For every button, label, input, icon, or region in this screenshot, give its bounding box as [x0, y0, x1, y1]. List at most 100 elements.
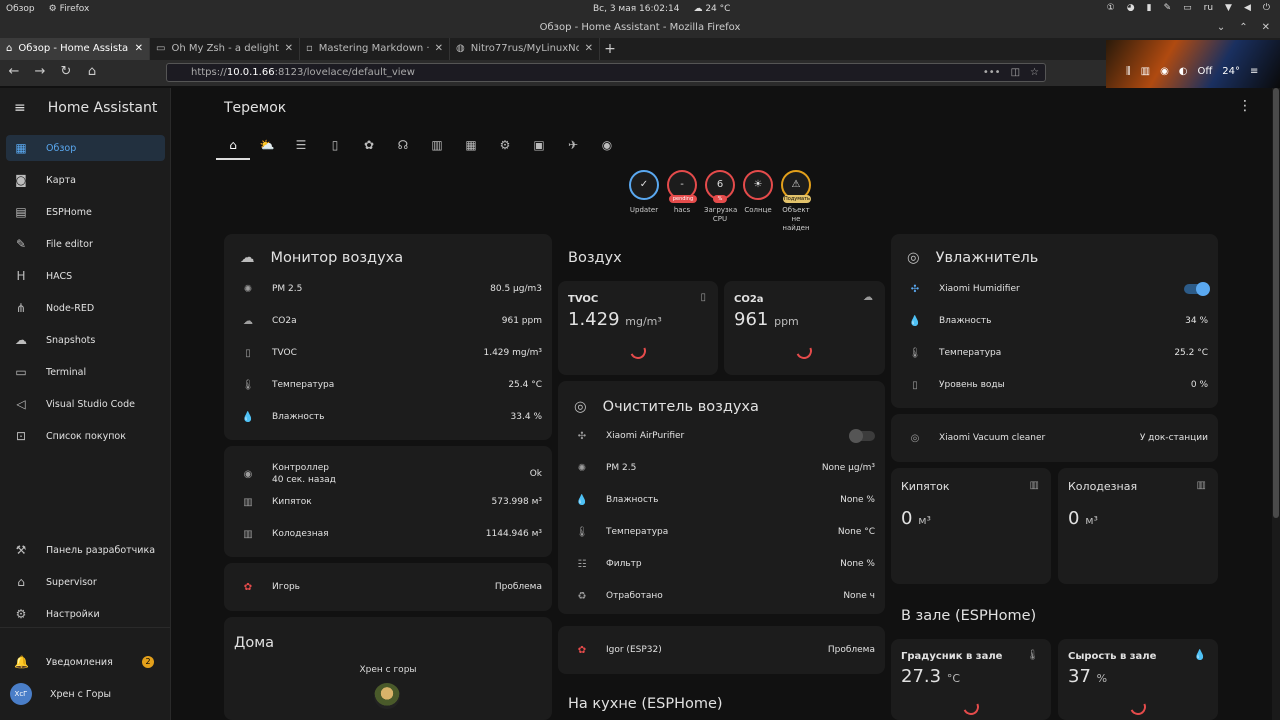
entity-row[interactable]: ☁ CO2a 961 ppm [240, 311, 542, 331]
entity-row[interactable]: ✣ Xiaomi AirPurifier [574, 426, 875, 446]
entity-row[interactable]: ▯ Уровень воды 0 % [907, 375, 1208, 395]
minimize-button[interactable]: ⌄ [1217, 20, 1225, 36]
new-tab-button[interactable]: + [600, 38, 620, 60]
close-tab-icon[interactable]: ✕ [135, 38, 143, 60]
tab-settings[interactable]: ⚙ [488, 132, 522, 160]
tab-flower[interactable]: ✿ [352, 132, 386, 160]
darkreader-toggle[interactable]: Off [1198, 66, 1213, 77]
sidebar-item-profile[interactable]: ХсГ Хрен с Горы [6, 681, 165, 707]
sidebar-item-overview[interactable]: ▦ Обзор [6, 135, 165, 161]
card-kolodez[interactable]: Колодезная ▥ 0 м³ [1058, 468, 1218, 584]
card-zal-temp[interactable]: Градусник в зале 🌡 27.3 °C [891, 639, 1051, 720]
sidebar-item-esphome[interactable]: ▤ ESPHome [6, 199, 165, 225]
clock[interactable]: Вс, 3 мая 16:02:14 [593, 4, 679, 14]
tab-home[interactable]: ⌂ [216, 132, 250, 160]
sidebar-item-node-red[interactable]: ⋔ Node-RED [6, 295, 165, 321]
sidebar-item-settings[interactable]: ⚙ Настройки [6, 601, 165, 627]
volume-icon[interactable]: ◀ [1244, 3, 1251, 13]
entity-row[interactable]: ▥ Кипяток 573.998 м³ [240, 492, 542, 512]
bookmark-star-icon[interactable]: ☆ [1030, 64, 1039, 81]
person-avatar[interactable] [374, 683, 400, 709]
sidebar-item-supervisor[interactable]: ⌂ Supervisor [6, 569, 165, 595]
entity-row[interactable]: ◉ Контроллер 40 сек. назад Ok [240, 460, 542, 488]
clipboard-icon[interactable]: ▮ [1147, 3, 1152, 13]
lang-indicator[interactable]: ru [1204, 3, 1213, 13]
entity-row[interactable]: ✿ Igor (ESP32) Проблема [574, 640, 875, 660]
discord-icon[interactable]: ◕ [1127, 3, 1135, 13]
entity-row[interactable]: 💧 Влажность None % [574, 490, 875, 510]
card-co2[interactable]: CO2a ☁ 961 ppm [724, 281, 885, 375]
back-icon[interactable]: ← [6, 64, 22, 79]
pen-icon[interactable]: ✎ [1164, 3, 1172, 13]
entity-row[interactable]: 🌡 Температура 25.2 °C [907, 343, 1208, 363]
url-input[interactable]: https://10.0.1.66:8123/lovelace/default_… [166, 63, 1046, 82]
page-actions-icon[interactable]: ••• [983, 64, 1001, 81]
menu-icon[interactable]: ≡ [1250, 66, 1258, 77]
monitor-icon[interactable]: ▭ [1183, 3, 1192, 13]
close-tab-icon[interactable]: ✕ [585, 38, 593, 60]
sidebar-item-file-editor[interactable]: ✎ File editor [6, 231, 165, 257]
sidebar-item-shopping-list[interactable]: ⊡ Список покупок [6, 423, 165, 449]
entity-row[interactable]: ▯ TVOC 1.429 mg/m³ [240, 343, 542, 363]
forward-icon[interactable]: → [32, 64, 48, 79]
entity-row[interactable]: ✺ PM 2.5 None μg/m³ [574, 458, 875, 478]
more-options-icon[interactable]: ⋮ [1238, 98, 1252, 114]
reload-icon[interactable]: ↻ [58, 64, 74, 79]
tab-server[interactable]: ☰ [284, 132, 318, 160]
badge-updater[interactable]: ✓ Updater [628, 170, 660, 233]
tab-weather[interactable]: ⛅ [250, 132, 284, 160]
tab-oh-my-zsh[interactable]: ▭ Oh My Zsh - a delightful ✕ [150, 38, 300, 60]
entity-row[interactable]: ▥ Колодезная 1144.946 м³ [240, 524, 542, 544]
weather-ext[interactable]: 24° [1222, 66, 1240, 77]
weather[interactable]: ☁ 24 °C [693, 4, 730, 14]
sidebar-item-vscode[interactable]: ◁ Visual Studio Code [6, 391, 165, 417]
entity-row[interactable]: ✺ PM 2.5 80.5 μg/m3 [240, 279, 542, 299]
card-zal-humidity[interactable]: Сырость в зале 💧 37 % [1058, 639, 1218, 720]
tab-signal[interactable]: ☊ [386, 132, 420, 160]
sidebar-item-map[interactable]: ◙ Карта [6, 167, 165, 193]
library-icon[interactable]: ⫼ [1126, 66, 1131, 77]
overview-menu[interactable]: Обзор [6, 4, 35, 14]
card-kipyatok[interactable]: Кипяток ▥ 0 м³ [891, 468, 1051, 584]
scrollbar-thumb[interactable] [1273, 88, 1279, 518]
tab-gas[interactable]: ▯ [318, 132, 352, 160]
maximize-button[interactable]: ⌃ [1239, 20, 1247, 36]
card-tvoc[interactable]: TVOC ▯ 1.429 mg/m³ [558, 281, 718, 375]
tab-travel[interactable]: ✈ [556, 132, 590, 160]
entity-row[interactable]: ♻ Отработано None ч [574, 586, 875, 606]
pocket-icon[interactable]: ◫ [1011, 64, 1020, 81]
ublock-icon[interactable]: ◉ [1160, 66, 1169, 77]
tab-meter[interactable]: ▣ [522, 132, 556, 160]
sidebar-item-snapshots[interactable]: ☁ Snapshots [6, 327, 165, 353]
wifi-icon[interactable]: ▼ [1225, 3, 1232, 13]
entity-row[interactable]: ✿ Игорь Проблема [240, 577, 542, 597]
badge-missing-entity[interactable]: ⚠ Подумать Объект не найден [780, 170, 812, 233]
tab-calendar[interactable]: ▦ [454, 132, 488, 160]
app-menu[interactable]: ⚙ Firefox [49, 4, 90, 14]
scrollbar[interactable] [1272, 88, 1280, 720]
menu-toggle-icon[interactable]: ≡ [14, 100, 26, 116]
close-window-button[interactable]: ✕ [1262, 20, 1270, 36]
power-icon[interactable]: ⏻ [1263, 3, 1270, 13]
entity-row[interactable]: ☷ Фильтр None % [574, 554, 875, 574]
close-tab-icon[interactable]: ✕ [435, 38, 443, 60]
tab-watch[interactable]: ◉ [590, 132, 624, 160]
entity-row[interactable]: 💧 Влажность 34 % [907, 311, 1208, 331]
entity-row[interactable]: ◎ Xiaomi Vacuum cleaner У док-станции [907, 428, 1208, 448]
badge-cpu[interactable]: 6% Загрузка CPU [704, 170, 737, 233]
sidebar-item-hacs[interactable]: H HACS [6, 263, 165, 289]
sidebar-icon[interactable]: ▥ [1141, 66, 1150, 77]
tray-icon[interactable]: ① [1107, 3, 1115, 13]
tab-markdown[interactable]: ▫ Mastering Markdown · G ✕ [300, 38, 450, 60]
entity-row[interactable]: 🌡 Температура None °C [574, 522, 875, 542]
home-icon[interactable]: ⌂ [84, 64, 100, 79]
sidebar-item-terminal[interactable]: ▭ Terminal [6, 359, 165, 385]
close-tab-icon[interactable]: ✕ [285, 38, 293, 60]
tab-map[interactable]: ▥ [420, 132, 454, 160]
entity-row[interactable]: ✣ Xiaomi Humidifier [907, 279, 1210, 299]
extension-icon[interactable]: ◐ [1179, 66, 1188, 77]
tab-github[interactable]: ◍ Nitro77rus/MyLinuxNot ✕ [450, 38, 600, 60]
badge-hacs[interactable]: - pending hacs [666, 170, 698, 233]
humidifier-toggle[interactable] [1184, 282, 1210, 296]
entity-row[interactable]: 💧 Влажность 33.4 % [240, 407, 542, 427]
